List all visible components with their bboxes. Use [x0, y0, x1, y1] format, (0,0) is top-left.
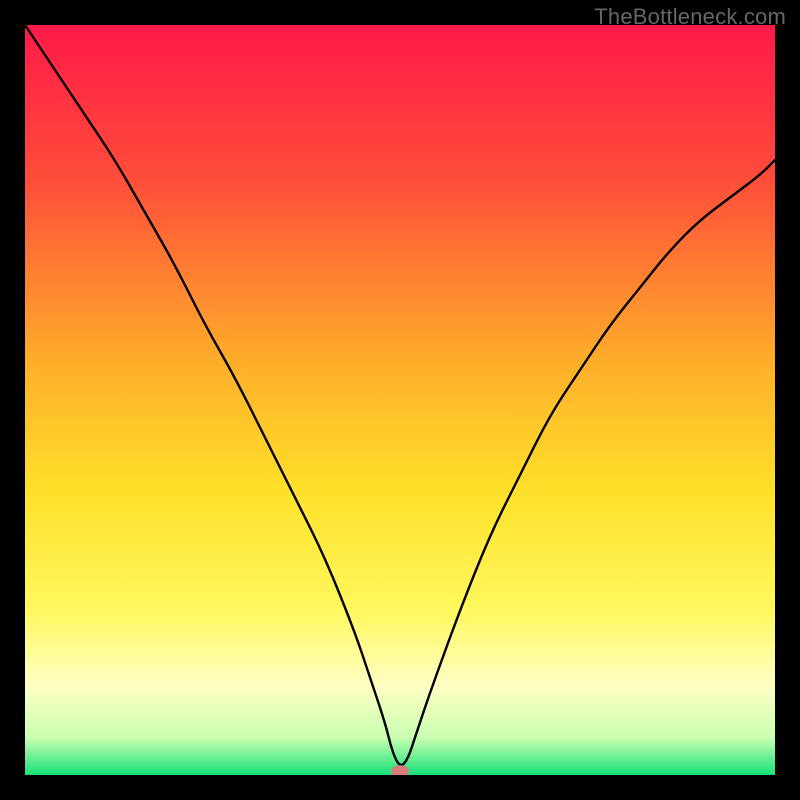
gradient-background — [25, 25, 775, 775]
chart-svg — [25, 25, 775, 775]
watermark-text: TheBottleneck.com — [594, 4, 786, 30]
plot-area — [25, 25, 775, 775]
chart-frame: TheBottleneck.com — [0, 0, 800, 800]
